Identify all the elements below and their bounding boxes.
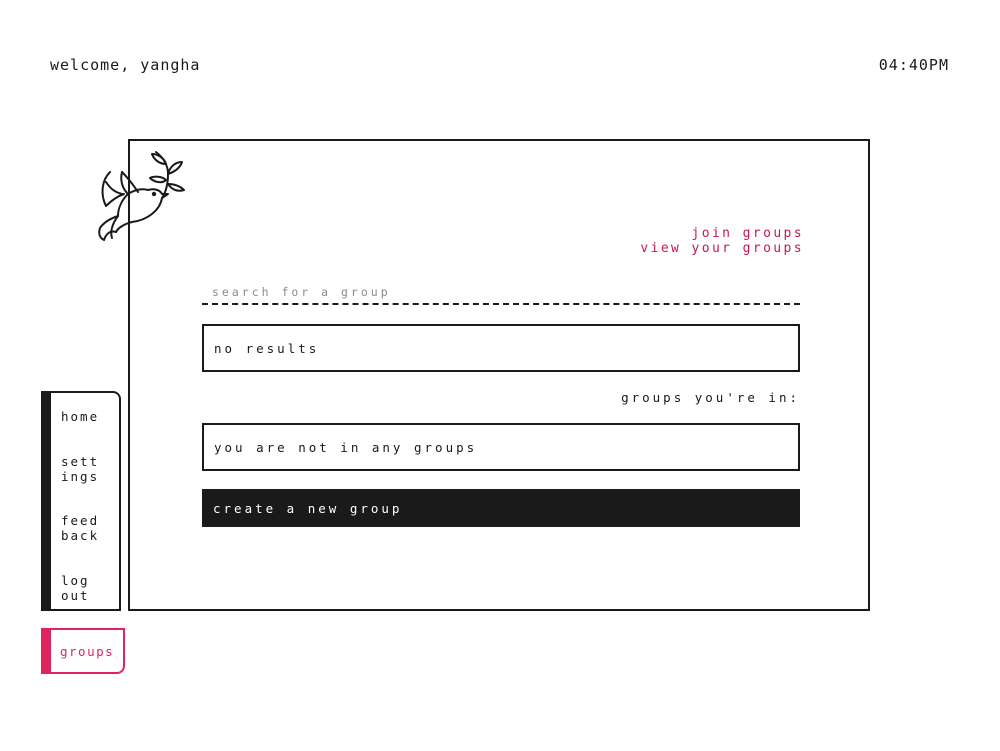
nav-item-logout[interactable]: log out	[61, 573, 90, 603]
group-links: join groups view your groups	[640, 226, 804, 256]
search-results-text: no results	[214, 340, 320, 356]
search-field-wrapper	[202, 281, 800, 307]
my-groups-empty-text: you are not in any groups	[214, 439, 478, 455]
nav-item-home[interactable]: home	[61, 409, 99, 424]
groups-tab-label: groups	[60, 643, 115, 659]
dove-with-olive-branch-icon	[98, 151, 185, 241]
main-panel: join groups view your groups no results …	[128, 139, 870, 611]
my-groups-box: you are not in any groups	[202, 423, 800, 471]
nav-item-groups-active[interactable]: groups	[41, 628, 125, 674]
clock-time: 04:40PM	[878, 56, 949, 74]
view-your-groups-link[interactable]: view your groups	[640, 241, 804, 256]
search-results-box: no results	[202, 324, 800, 372]
welcome-message: welcome, yangha	[50, 56, 201, 74]
my-groups-heading: groups you're in:	[621, 390, 800, 405]
create-group-button[interactable]: create a new group	[202, 489, 800, 527]
nav-item-settings[interactable]: sett ings	[61, 454, 99, 484]
nav-item-feedback[interactable]: feed back	[61, 513, 99, 543]
join-groups-link[interactable]: join groups	[640, 226, 804, 241]
sidebar-nav: home sett ings feed back log out	[41, 391, 121, 611]
group-search-input[interactable]	[202, 281, 800, 305]
